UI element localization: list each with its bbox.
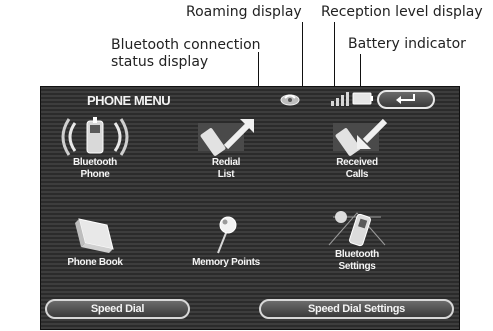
signal-bars-icon [331, 92, 353, 111]
phone-book-button[interactable]: Phone Book [47, 213, 143, 273]
memory-points-button[interactable]: Memory Points [178, 213, 274, 273]
bluetooth-settings-label-1: Bluetooth [335, 249, 379, 260]
reception-callout: Reception level display [321, 4, 483, 20]
roaming-leader [302, 22, 303, 92]
bluetooth-status-callout-line1: Bluetooth connection [111, 37, 261, 53]
bluetooth-settings-label-2: Settings [338, 261, 376, 272]
received-calls-button[interactable]: Received Calls [309, 117, 405, 183]
bluetooth-phone-label-1: Bluetooth [73, 157, 117, 168]
speed-dial-settings-button[interactable]: Speed Dial Settings [259, 299, 454, 319]
bluetooth-settings-button[interactable]: Bluetooth Settings [309, 205, 405, 279]
redial-phone-icon [188, 117, 264, 157]
received-calls-label-1: Received [336, 157, 378, 168]
bluetooth-phone-icon [57, 117, 133, 157]
roaming-icon [279, 91, 301, 112]
battery-callout: Battery indicator [348, 36, 466, 52]
bluetooth-phone-button[interactable]: Bluetooth Phone [47, 117, 143, 183]
speed-dial-button[interactable]: Speed Dial [45, 299, 190, 319]
phone-book-label: Phone Book [67, 257, 123, 268]
bluetooth-phone-label-2: Phone [80, 169, 110, 180]
speed-dial-settings-label: Speed Dial Settings [308, 303, 405, 315]
screen-title: PHONE MENU [87, 93, 171, 108]
received-calls-label-2: Calls [345, 169, 369, 180]
battery-icon [352, 92, 374, 110]
roaming-callout: Roaming display [186, 4, 302, 20]
memory-points-label: Memory Points [192, 257, 260, 268]
phone-book-icon [57, 213, 133, 257]
received-calls-icon [319, 117, 395, 157]
bluetooth-status-callout-line2: status display [111, 54, 209, 70]
memory-pin-icon [188, 213, 264, 257]
speed-dial-label: Speed Dial [90, 303, 145, 315]
redial-list-label-1: Redial [211, 157, 241, 168]
reception-leader [334, 22, 335, 92]
back-button[interactable] [377, 90, 435, 109]
back-arrow-icon [394, 91, 418, 109]
bluetooth-settings-icon [319, 205, 395, 249]
phone-menu-screen: PHONE MENU Bluetooth Phone Redial List R… [40, 86, 460, 330]
redial-list-button[interactable]: Redial List [178, 117, 274, 183]
redial-list-label-2: List [217, 169, 235, 180]
